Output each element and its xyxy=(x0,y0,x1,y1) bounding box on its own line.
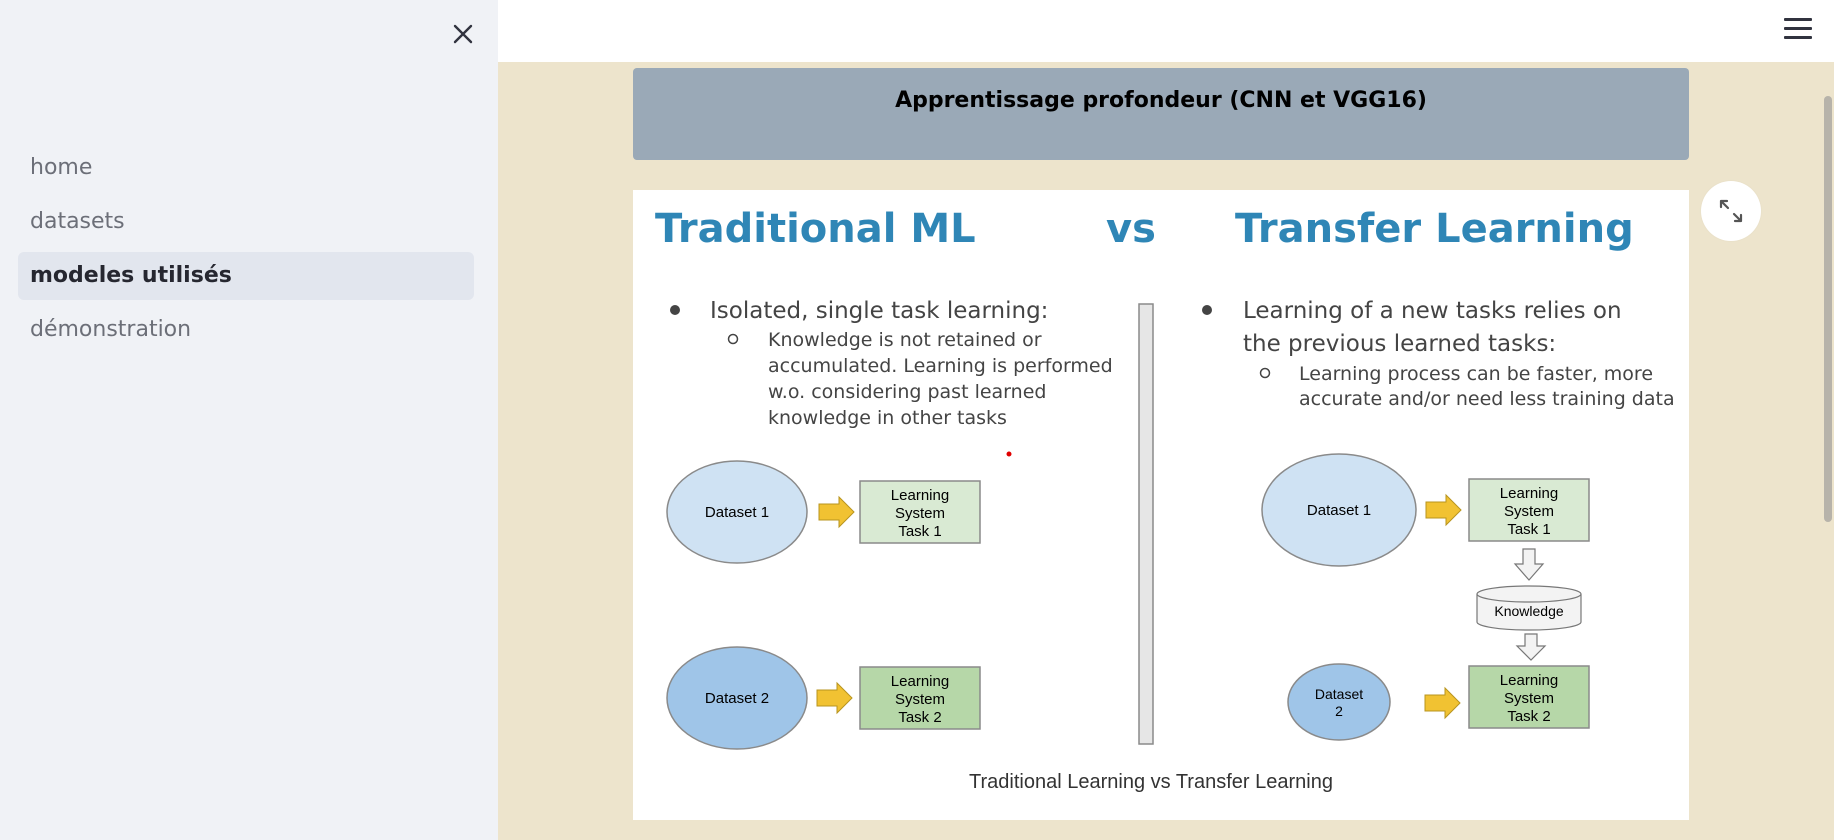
left-sub-line-2: accumulated. Learning is performed xyxy=(768,355,1113,377)
knowledge-cylinder-top xyxy=(1476,585,1582,603)
close-icon xyxy=(453,24,473,44)
r-ls2-line-1: Learning xyxy=(1500,672,1558,689)
sub-bullet xyxy=(1259,367,1271,379)
sidebar-item-demonstration[interactable]: démonstration xyxy=(18,306,474,354)
r-ls2-line-3: Task 2 xyxy=(1507,708,1550,725)
r-ls1-line-3: Task 1 xyxy=(1507,521,1550,538)
bullet-dot xyxy=(1202,305,1212,315)
right-bullet-line-1: Learning of a new tasks relies on xyxy=(1243,298,1622,324)
left-bullet-text: Isolated, single task learning: xyxy=(710,298,1048,324)
right-dataset-2-node xyxy=(1287,663,1391,741)
ls2-line-2: System xyxy=(895,691,945,708)
page-title: Apprentissage profondeur (CNN et VGG16) xyxy=(895,88,1427,113)
left-dataset-2-label: Dataset 2 xyxy=(705,690,769,707)
right-dataset-1-label: Dataset 1 xyxy=(1307,502,1371,519)
hamburger-menu-icon xyxy=(1784,18,1812,39)
divider-bar xyxy=(1138,303,1154,745)
sub-bullet xyxy=(727,333,739,345)
arrow-down-icon xyxy=(1515,633,1547,661)
right-sub-line-1: Learning process can be faster, more xyxy=(1299,363,1653,385)
ls1-line-2: System xyxy=(895,505,945,522)
fullscreen-button[interactable] xyxy=(1701,181,1761,241)
sidebar-item-home[interactable]: home xyxy=(18,144,474,192)
bullet-dot xyxy=(670,305,680,315)
arrow-right-icon xyxy=(1424,686,1461,720)
close-sidebar-button[interactable] xyxy=(445,16,481,52)
sidebar-item-datasets[interactable]: datasets xyxy=(18,198,474,246)
figure-right-title: Transfer Learning xyxy=(1235,206,1634,252)
figure-left-title: Traditional ML xyxy=(655,206,976,252)
ls2-line-3: Task 2 xyxy=(898,709,941,726)
arrow-right-icon xyxy=(816,681,853,715)
arrow-right-icon xyxy=(818,495,855,529)
right-dataset-2-line-2: 2 xyxy=(1335,703,1343,719)
sidebar-item-modeles-utilises[interactable]: modeles utilisés xyxy=(18,252,474,300)
red-dot-marker xyxy=(1006,451,1012,457)
r-ls2-line-2: System xyxy=(1504,690,1554,707)
section-title-box: Apprentissage profondeur (CNN et VGG16) xyxy=(633,68,1689,160)
sidebar-nav: home datasets modeles utilisés démonstra… xyxy=(18,144,474,360)
fullscreen-expand-icon xyxy=(1719,199,1743,223)
arrow-right-icon xyxy=(1425,493,1462,527)
figure-image: Traditional ML vs Transfer Learning Isol… xyxy=(633,190,1689,820)
left-dataset-1-label: Dataset 1 xyxy=(705,504,769,521)
app-header xyxy=(498,0,1834,62)
figure-vs: vs xyxy=(1106,206,1156,252)
ls2-line-1: Learning xyxy=(891,673,949,690)
figure-svg: Traditional ML vs Transfer Learning Isol… xyxy=(655,206,1675,793)
r-ls1-line-1: Learning xyxy=(1500,485,1558,502)
arrow-down-icon xyxy=(1513,548,1545,581)
knowledge-label: Knowledge xyxy=(1494,603,1563,619)
scrollbar-thumb[interactable] xyxy=(1824,96,1832,522)
right-sub-line-2: accurate and/or need less training data xyxy=(1299,388,1675,410)
r-ls1-line-2: System xyxy=(1504,503,1554,520)
right-bullet-line-2: the previous learned tasks: xyxy=(1243,331,1556,357)
ls1-line-3: Task 1 xyxy=(898,523,941,540)
left-sub-line-3: w.o. considering past learned xyxy=(768,381,1046,403)
menu-button[interactable] xyxy=(1784,18,1812,44)
left-sub-line-4: knowledge in other tasks xyxy=(768,407,1007,429)
left-sub-line-1: Knowledge is not retained or xyxy=(768,329,1042,351)
figure-caption: Traditional Learning vs Transfer Learnin… xyxy=(969,771,1333,793)
right-dataset-2-line-1: Dataset xyxy=(1315,686,1363,702)
ls1-line-1: Learning xyxy=(891,487,949,504)
sidebar: home datasets modeles utilisés démonstra… xyxy=(0,0,498,840)
